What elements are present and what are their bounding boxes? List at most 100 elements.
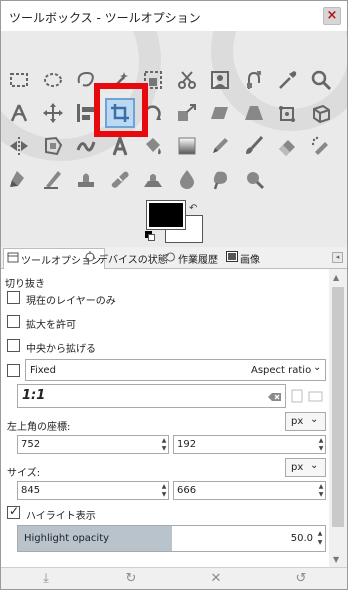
size-height-value: 666 (177, 485, 197, 496)
spin-up-icon[interactable]: ▲ (159, 483, 169, 490)
tool-scissors-select[interactable] (172, 65, 202, 95)
tool-perspective[interactable] (239, 98, 269, 128)
position-y-input[interactable]: 192 ▲ ▼ (173, 435, 326, 454)
size-height-input[interactable]: 666 ▲ ▼ (173, 481, 326, 500)
allow-growing-checkbox[interactable] (7, 315, 20, 328)
highlight-checkbox[interactable] (7, 504, 20, 519)
spin-up-icon[interactable]: ▲ (159, 437, 169, 444)
tool-ellipse-select[interactable] (38, 65, 68, 95)
scroll-up-icon[interactable]: ▲ (333, 273, 339, 282)
dodge-burn-icon (246, 172, 264, 190)
tool-palette: ↶ (1, 31, 347, 247)
ratio-input[interactable]: 1:1 (17, 384, 286, 408)
options-scrollbar[interactable]: ▲ ▼ (329, 269, 347, 567)
fixed-mode-combo[interactable]: Fixed Aspect ratio ⌄ (25, 359, 326, 381)
cage-icon (44, 136, 62, 156)
save-options-icon[interactable]: ⤓ (38, 571, 54, 587)
highlight-opacity-slider[interactable]: Highlight opacity 50.0 ▲ ▼ (17, 525, 326, 552)
spin-down-icon[interactable]: ▼ (316, 491, 326, 498)
scrollbar-thumb[interactable] (332, 287, 344, 527)
size-width-input[interactable]: 845 ▲ ▼ (17, 481, 169, 500)
tool-perspective-clone[interactable] (138, 164, 168, 194)
ellipse-select-icon (43, 73, 62, 87)
tool-scale[interactable] (172, 98, 202, 128)
highlight-frame (94, 83, 148, 137)
text-icon (112, 135, 127, 156)
mypaint-brush-icon (43, 171, 61, 189)
tool-heal[interactable] (105, 164, 135, 194)
tool-dodge-burn[interactable] (239, 164, 269, 194)
default-colors-icon[interactable] (145, 231, 155, 241)
tool-blur[interactable] (172, 164, 202, 194)
tab-label: デバイスの状態 (98, 255, 168, 266)
position-unit-select[interactable]: px ⌄ (285, 412, 326, 431)
tool-gradient[interactable] (172, 131, 202, 161)
tool-measure[interactable] (4, 98, 34, 128)
tool-paintbrush[interactable] (239, 131, 269, 161)
tool-move[interactable] (38, 98, 68, 128)
tool-flip[interactable] (4, 131, 34, 161)
foreground-color-swatch[interactable] (146, 200, 186, 230)
window-title: ツールボックス - ツールオプション (9, 11, 201, 25)
tool-options-icon (7, 252, 19, 263)
tool-mypaint-brush[interactable] (38, 164, 68, 194)
tab-images[interactable]: 画像 (223, 248, 263, 269)
spin-up-icon[interactable]: ▲ (315, 530, 325, 537)
tab-device-status[interactable]: デバイスの状態 (81, 248, 171, 269)
bottom-toolbar: ⤓ ↻ ✕ ↺ (1, 567, 347, 589)
current-layer-only-checkbox[interactable] (7, 291, 20, 304)
restore-options-icon[interactable]: ↻ (123, 571, 139, 587)
spin-up-icon[interactable]: ▲ (316, 437, 326, 444)
spin-down-icon[interactable]: ▼ (316, 445, 326, 452)
perspective-icon (244, 106, 263, 120)
position-y-value: 192 (177, 439, 197, 450)
tool-ink[interactable] (4, 164, 34, 194)
tool-cage[interactable] (38, 131, 68, 161)
slider-label: Highlight opacity (24, 533, 110, 544)
reset-options-icon[interactable]: ↺ (293, 571, 309, 587)
3d-transform-icon (312, 104, 330, 124)
clear-icon[interactable] (268, 392, 282, 402)
expand-from-center-label: 中央から拡げる (26, 344, 96, 355)
tool-foreground-select[interactable] (205, 65, 235, 95)
swap-colors-icon[interactable]: ↶ (189, 203, 197, 214)
spin-down-icon[interactable]: ▼ (159, 445, 169, 452)
tool-rect-select[interactable] (4, 65, 34, 95)
tool-shear[interactable] (205, 98, 235, 128)
landscape-icon[interactable] (308, 391, 323, 402)
tool-clone[interactable] (71, 164, 101, 194)
close-button[interactable]: × (323, 7, 341, 25)
zoom-icon (311, 70, 331, 91)
tool-airbrush[interactable] (306, 131, 336, 161)
slider-value: 50.0 (290, 533, 313, 544)
delete-options-icon[interactable]: ✕ (208, 571, 224, 587)
tab-menu-button[interactable]: ◂ (332, 252, 343, 263)
unit-value: px (291, 416, 304, 427)
device-status-icon (85, 251, 95, 262)
size-unit-select[interactable]: px ⌄ (285, 458, 326, 477)
tool-color-picker[interactable] (272, 65, 302, 95)
tab-undo-history[interactable]: 作業履歴 (161, 248, 221, 269)
chevron-down-icon: ⌄ (313, 362, 322, 373)
flip-icon (10, 137, 28, 155)
expand-from-center-checkbox[interactable] (7, 339, 20, 352)
fixed-checkbox[interactable] (7, 364, 20, 377)
size-label: サイズ: (7, 468, 41, 479)
paths-icon (246, 71, 261, 89)
position-x-input[interactable]: 752 ▲ ▼ (17, 435, 169, 454)
tool-zoom[interactable] (306, 65, 336, 95)
move-icon (42, 103, 63, 123)
tool-eraser[interactable] (272, 131, 302, 161)
spin-down-icon[interactable]: ▼ (159, 491, 169, 498)
spin-up-icon[interactable]: ▲ (316, 483, 326, 490)
tool-unified-transform[interactable] (272, 98, 302, 128)
tool-3d-transform[interactable] (306, 98, 336, 128)
scroll-down-icon[interactable]: ▼ (333, 555, 339, 564)
tool-paths[interactable] (239, 65, 269, 95)
fixed-label: Fixed (30, 365, 56, 376)
size-width-value: 845 (21, 485, 41, 496)
portrait-icon[interactable] (291, 389, 303, 403)
spin-down-icon[interactable]: ▼ (315, 539, 325, 546)
tool-pencil[interactable] (205, 131, 235, 161)
tool-smudge[interactable] (205, 164, 235, 194)
